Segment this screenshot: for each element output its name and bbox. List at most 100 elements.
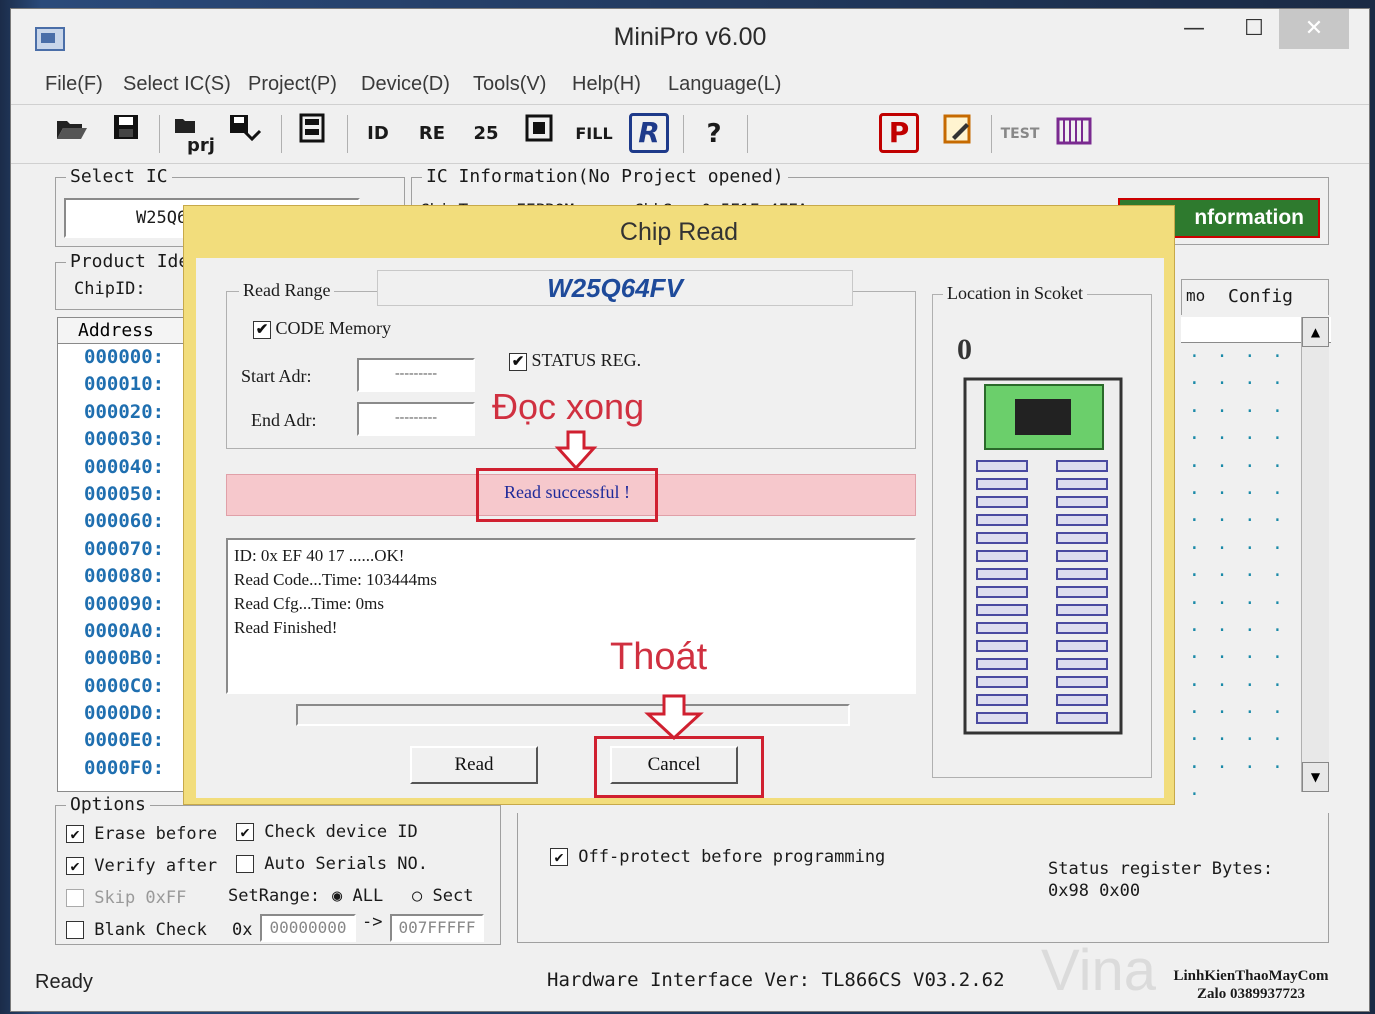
edit-icon[interactable] bbox=[937, 113, 979, 155]
title-bar: MiniPro v6.00 — ☐ ✕ bbox=[11, 9, 1369, 69]
start-addr-label: Start Adr: bbox=[241, 366, 312, 386]
log-line: Read Cfg...Time: 0ms bbox=[234, 594, 385, 613]
help-icon[interactable]: ? bbox=[693, 113, 735, 155]
verify-after-checkbox[interactable]: ✔ Verify after bbox=[66, 856, 217, 876]
ic-info-title: IC Information(No Project opened) bbox=[422, 166, 788, 187]
tab-config[interactable]: Config bbox=[1228, 286, 1293, 307]
close-button[interactable]: ✕ bbox=[1279, 9, 1349, 49]
save-icon[interactable] bbox=[105, 113, 147, 155]
program-p-icon[interactable]: P bbox=[879, 113, 919, 153]
tab-strip: mo Config bbox=[1181, 279, 1329, 315]
address-row[interactable]: 000080: bbox=[58, 563, 196, 590]
options-title: Options bbox=[66, 794, 150, 815]
range-start-field[interactable]: 00000000 bbox=[260, 914, 356, 942]
project-icon[interactable]: prj bbox=[171, 113, 215, 156]
range-end-field[interactable]: 007FFFFF bbox=[390, 914, 484, 942]
address-list: Address 000000: 000010: 000020: 000030: … bbox=[57, 317, 197, 792]
select-ic-title: Select IC bbox=[66, 166, 172, 187]
menu-tools[interactable]: Tools(V) bbox=[473, 73, 546, 96]
address-row[interactable]: 000010: bbox=[58, 371, 196, 398]
address-row[interactable]: 0000D0: bbox=[58, 700, 196, 727]
menu-project[interactable]: Project(P) bbox=[248, 73, 337, 96]
range-all-radio[interactable]: ◉ ALL bbox=[332, 886, 383, 906]
fill-icon[interactable]: FILL bbox=[573, 113, 615, 155]
check-device-id-checkbox[interactable]: ✔ Check device ID bbox=[236, 822, 418, 842]
address-row[interactable]: 0000B0: bbox=[58, 645, 196, 672]
status-reg-checkbox[interactable]: ✔ STATUS REG. bbox=[509, 350, 641, 371]
toolbar: prj ID RE 25 FILL R ? P TEST bbox=[11, 104, 1369, 164]
menu-device[interactable]: Device(D) bbox=[361, 73, 450, 96]
minimize-button[interactable]: — bbox=[1159, 9, 1229, 49]
programming-group: ✔ Off-protect before programming Status … bbox=[517, 813, 1329, 943]
chip-name: W25Q64FV bbox=[377, 270, 853, 306]
options-group: Options ✔ Erase before ✔ Check device ID… bbox=[55, 794, 501, 945]
end-addr-label: End Adr: bbox=[251, 410, 317, 430]
status-message: Read successful ! bbox=[504, 482, 630, 502]
status-ready: Ready bbox=[35, 971, 93, 993]
arrow-down-icon bbox=[644, 694, 704, 740]
zif-socket-icon bbox=[963, 377, 1123, 735]
address-row[interactable]: 000000: bbox=[58, 344, 196, 371]
code-memory-checkbox[interactable]: ✔ CODE Memory bbox=[253, 318, 391, 339]
id-icon[interactable]: ID bbox=[357, 113, 399, 155]
program-icon[interactable] bbox=[519, 113, 561, 155]
address-row[interactable]: 000070: bbox=[58, 536, 196, 563]
range-arrow: -> bbox=[362, 912, 383, 932]
start-addr-field[interactable]: --------- bbox=[357, 358, 475, 392]
chip-icon[interactable] bbox=[291, 113, 333, 155]
scroll-up-icon[interactable]: ▲ bbox=[1302, 317, 1329, 347]
cancel-annotation-box bbox=[594, 736, 764, 798]
save-project-icon[interactable] bbox=[225, 113, 267, 155]
ox-label: 0x bbox=[232, 920, 253, 940]
end-addr-field[interactable]: --------- bbox=[357, 402, 475, 436]
menu-select-ic[interactable]: Select IC(S) bbox=[123, 73, 231, 96]
socket-location-title: Location in Scoket bbox=[943, 283, 1087, 304]
off-protect-checkbox[interactable]: ✔ Off-protect before programming bbox=[550, 847, 885, 867]
address-row[interactable]: 000090: bbox=[58, 591, 196, 618]
chip-id-label: ChipID: bbox=[74, 279, 146, 299]
hardware-version: Hardware Interface Ver: TL866CS V03.2.62 bbox=[547, 969, 1005, 991]
range-sect-radio[interactable]: ○ Sect bbox=[412, 886, 473, 906]
menu-file[interactable]: File(F) bbox=[45, 73, 103, 96]
verify-icon[interactable]: 25 bbox=[465, 113, 507, 155]
skip-0xff-checkbox[interactable]: Skip 0xFF bbox=[66, 888, 186, 908]
read-r-icon[interactable]: R bbox=[629, 113, 669, 153]
scroll-down-icon[interactable]: ▼ bbox=[1302, 762, 1329, 792]
menu-help[interactable]: Help(H) bbox=[572, 73, 641, 96]
status-register-label: Status register Bytes: bbox=[1048, 859, 1274, 879]
maximize-button[interactable]: ☐ bbox=[1229, 9, 1279, 49]
arrow-down-icon bbox=[554, 430, 598, 470]
address-row[interactable]: 0000C0: bbox=[58, 673, 196, 700]
address-header: Address bbox=[58, 318, 196, 344]
address-row[interactable]: 000030: bbox=[58, 426, 196, 453]
log-box: ID: 0x EF 40 17 ......OK! Read Code...Ti… bbox=[226, 538, 916, 694]
blank-check-checkbox[interactable]: Blank Check bbox=[66, 920, 207, 940]
address-row[interactable]: 000050: bbox=[58, 481, 196, 508]
open-icon[interactable] bbox=[51, 113, 93, 155]
chip-read-dialog: Chip Read Read Range W25Q64FV ✔ CODE Mem… bbox=[183, 205, 1175, 805]
log-line: Read Code...Time: 103444ms bbox=[234, 570, 437, 589]
socket-location-group: Location in Scoket 0 bbox=[932, 283, 1152, 778]
address-row[interactable]: 0000E0: bbox=[58, 727, 196, 754]
address-row[interactable]: 000020: bbox=[58, 399, 196, 426]
progress-bar bbox=[296, 704, 850, 726]
menu-language[interactable]: Language(L) bbox=[668, 73, 781, 96]
tab-mo[interactable]: mo bbox=[1186, 286, 1205, 305]
test-icon[interactable]: TEST bbox=[999, 113, 1041, 155]
menu-bar: File(F) Select IC(S) Project(P) Device(D… bbox=[11, 69, 1369, 103]
address-row[interactable]: 0000F0: bbox=[58, 755, 196, 782]
socket-icon[interactable] bbox=[1053, 113, 1095, 155]
annotation-thoat: Thoát bbox=[610, 636, 708, 678]
address-row[interactable]: 000060: bbox=[58, 508, 196, 535]
erase-before-checkbox[interactable]: ✔ Erase before bbox=[66, 824, 217, 844]
address-row[interactable]: 0000A0: bbox=[58, 618, 196, 645]
read-button[interactable]: Read bbox=[410, 746, 538, 784]
vertical-scrollbar[interactable]: ▲ ▼ bbox=[1301, 317, 1329, 792]
auto-serials-checkbox[interactable]: Auto Serials NO. bbox=[236, 854, 428, 874]
dialog-title: Chip Read bbox=[619, 218, 739, 246]
dialog-body: Read Range W25Q64FV ✔ CODE Memory ✔ STAT… bbox=[196, 258, 1164, 798]
annotation-doc-xong: Đọc xong bbox=[492, 386, 645, 427]
read-icon[interactable]: RE bbox=[411, 113, 453, 155]
address-row[interactable]: 000040: bbox=[58, 454, 196, 481]
log-line: ID: 0x EF 40 17 ......OK! bbox=[234, 546, 405, 565]
